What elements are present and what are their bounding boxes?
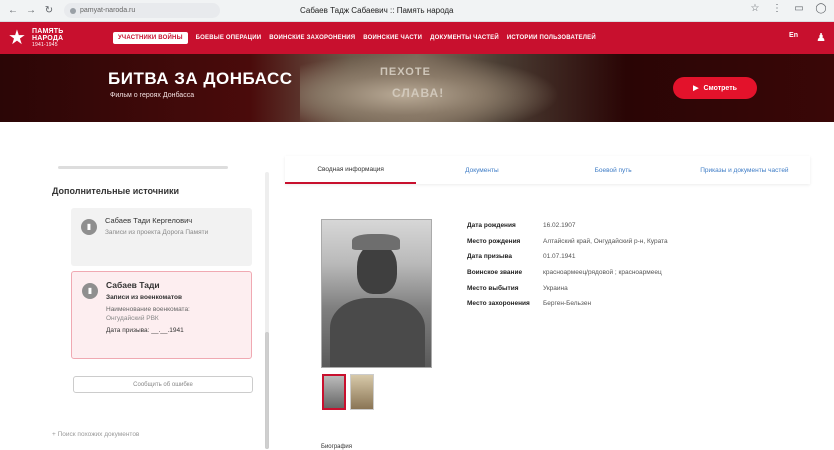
promo-banner[interactable]: ПЕХОТЕ СЛАВА! БИТВА ЗА ДОНБАСС Фильм о г… (0, 54, 834, 122)
source-name: Сабаев Тади Кергелович (105, 216, 193, 225)
fact-value: 16.02.1907 (543, 222, 576, 230)
search-similar-label: Поиск похожих документов (57, 431, 140, 438)
document-icon: ▮ (82, 283, 98, 299)
address-bar[interactable]: pamyat-naroda.ru (64, 3, 220, 18)
fact-row: Место рождения Алтайский край, Онгудайски… (467, 234, 668, 250)
biography-heading: Биография (321, 444, 353, 450)
fact-value: Украина (543, 284, 568, 292)
monument-text2: СЛАВА! (392, 86, 445, 100)
fact-label: Дата призыва (467, 253, 513, 261)
fact-value: Алтайский край, Онгудайский р-н, Курата (543, 237, 668, 245)
site-info-icon[interactable] (70, 7, 76, 14)
military-office-label: Наименование военкомата: (106, 306, 190, 313)
star-icon: ★ (8, 27, 26, 49)
menu-item-user-stories[interactable]: Истории пользователей (507, 35, 596, 41)
watch-button[interactable]: ▶ Смотреть (673, 77, 757, 99)
fact-label: Воинское звание (467, 269, 523, 277)
conscription-date: Дата призыва: __.__.1941 (106, 327, 184, 334)
menu-item-participants[interactable]: Участники войны (113, 32, 188, 44)
source-card-military-office[interactable]: ▮ Сабаев Тади Записи из военкоматов Наим… (71, 271, 252, 359)
forward-icon[interactable]: → (24, 4, 38, 18)
source-name: Сабаев Тади (106, 280, 160, 290)
main-content: Дополнительные источники ▮ Сабаев Тади К… (0, 122, 834, 450)
watch-label: Смотреть (703, 84, 737, 92)
photo-thumbnail[interactable] (322, 374, 346, 410)
menu-item-operations[interactable]: Боевые операции (196, 35, 262, 41)
report-error-button[interactable]: Сообщить об ошибке (73, 376, 253, 393)
fact-label: Место захоронения (467, 300, 530, 308)
monument-text1: ПЕХОТЕ (380, 66, 431, 78)
site-header: ★ ПАМЯТЬ НАРОДА 1941-1945 Участники войн… (0, 22, 834, 54)
search-similar-link[interactable]: + Поиск похожих документов (52, 431, 139, 438)
document-icon: ▮ (81, 219, 97, 235)
menu-item-unit-documents[interactable]: Документы частей (430, 35, 499, 41)
play-icon: ▶ (693, 85, 699, 92)
source-card-road-of-memory[interactable]: ▮ Сабаев Тади Кергелович Записи из проек… (71, 208, 252, 266)
fact-row: Место захоронения Берген-Бельзен (467, 296, 668, 312)
military-office-value: Онгудайский РВК (106, 315, 159, 322)
fact-row: Дата призыва 01.07.1941 (467, 249, 668, 265)
tab-documents[interactable]: Документы (416, 156, 547, 184)
source-type: Записи из военкоматов (106, 294, 182, 301)
photo-cap (352, 234, 400, 250)
main-menu: Участники войны Боевые операции Воинские… (113, 32, 596, 44)
tab-summary[interactable]: Сводная информация (285, 156, 417, 184)
banner-subtitle: Фильм о героях Донбасса (110, 92, 195, 99)
fact-row: Место выбытия Украина (467, 280, 668, 296)
fact-row: Дата рождения 16.02.1907 (467, 218, 668, 234)
source-type: Записи из проекта Дорога Памяти (105, 229, 209, 236)
fact-value: Берген-Бельзен (543, 300, 592, 308)
page-tab-title: Сабаев Тадж Сабаевич :: Память народа (300, 6, 454, 15)
banner-title: БИТВА ЗА ДОНБАСС (108, 69, 293, 88)
user-icon[interactable]: ♟ (816, 31, 826, 44)
menu-dots-icon[interactable]: ⋮ (770, 3, 784, 14)
sidebar-divider (58, 166, 228, 169)
battery-icon: ▭ (794, 3, 804, 14)
url-text: pamyat-naroda.ru (80, 7, 136, 14)
info-tabs: Сводная информация Документы Боевой путь… (285, 156, 810, 184)
logo-years: 1941-1945 (32, 41, 58, 48)
sidebar-scrollbar[interactable] (265, 172, 269, 449)
scrollbar-thumb[interactable] (265, 332, 269, 449)
logo-line2: НАРОДА (32, 34, 64, 42)
back-icon[interactable]: ← (6, 4, 20, 18)
fact-label: Место рождения (467, 237, 521, 245)
photo-thumbnails (322, 374, 374, 410)
fact-label: Место выбытия (467, 284, 519, 292)
tab-combat-path[interactable]: Боевой путь (548, 156, 679, 184)
fact-value: красноармеец/рядовой ; красноармеец (543, 269, 662, 277)
menu-item-units[interactable]: Воинские части (363, 35, 422, 41)
language-switch[interactable]: En (789, 32, 798, 39)
soldier-photo[interactable] (321, 219, 432, 368)
menu-item-burials[interactable]: Воинские захоронения (269, 35, 355, 41)
profile-icon[interactable]: ◯ (814, 3, 828, 14)
logo-line1: ПАМЯТЬ (32, 27, 64, 35)
fact-value: 01.07.1941 (543, 253, 576, 261)
browser-toolbar: ← → ↻ pamyat-naroda.ru Сабаев Тадж Сабае… (0, 0, 834, 22)
sidebar: Дополнительные источники ▮ Сабаев Тади К… (40, 158, 270, 449)
fact-label: Дата рождения (467, 222, 516, 230)
fact-row: Воинское звание красноармеец/рядовой ; кр… (467, 265, 668, 281)
bookmark-icon[interactable]: ☆ (748, 3, 762, 14)
reload-icon[interactable]: ↻ (42, 4, 56, 18)
photo-body (330, 298, 425, 367)
soldier-facts: Дата рождения 16.02.1907 Место рождения Ал… (467, 218, 668, 312)
photo-thumbnail[interactable] (350, 374, 374, 410)
tab-unit-orders[interactable]: Приказы и документы частей (679, 156, 810, 184)
photo-head (357, 244, 397, 294)
site-logo[interactable]: ★ ПАМЯТЬ НАРОДА 1941-1945 (6, 27, 91, 49)
sources-heading: Дополнительные источники (52, 186, 180, 196)
